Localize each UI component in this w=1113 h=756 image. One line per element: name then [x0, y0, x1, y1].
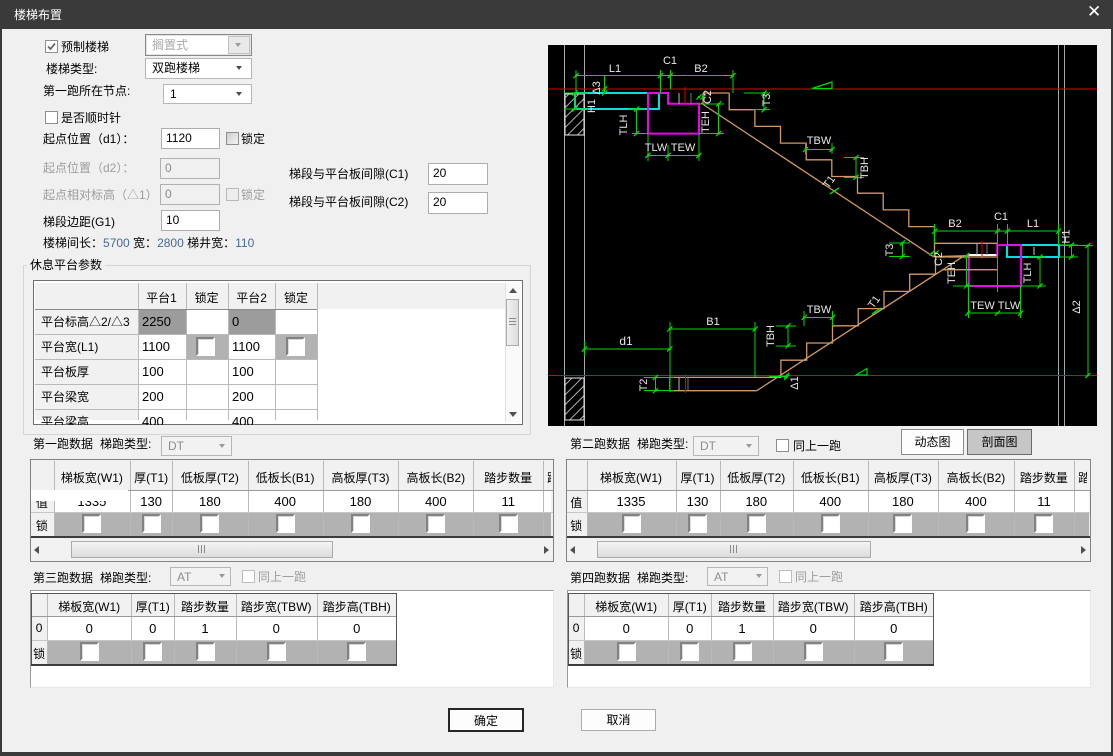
svg-text:L1: L1 [609, 63, 621, 75]
svg-text:B2: B2 [694, 63, 707, 75]
svg-text:H1: H1 [586, 99, 598, 113]
svg-text:TEH: TEH [946, 262, 958, 284]
svg-text:TBW: TBW [807, 135, 832, 147]
svg-text:TLH: TLH [618, 115, 630, 136]
svg-text:C2: C2 [702, 90, 714, 104]
svg-text:B2: B2 [948, 218, 961, 230]
svg-text:TEH: TEH [700, 111, 712, 133]
svg-text:Δ1: Δ1 [789, 376, 801, 389]
svg-text:d1: d1 [619, 334, 633, 348]
svg-text:TLW: TLW [645, 142, 668, 154]
svg-text:T2: T2 [638, 379, 650, 392]
svg-text:TEW: TEW [970, 300, 995, 312]
svg-text:T3: T3 [884, 244, 896, 257]
svg-text:C1: C1 [994, 211, 1008, 223]
svg-text:Δ3: Δ3 [591, 81, 603, 94]
svg-text:Δ2: Δ2 [1071, 300, 1083, 313]
svg-text:TBH: TBH [765, 325, 777, 347]
svg-text:C2: C2 [933, 252, 945, 266]
svg-text:TBW: TBW [807, 304, 832, 316]
svg-text:C1: C1 [663, 55, 677, 67]
svg-text:TEW: TEW [671, 142, 696, 154]
svg-text:B1: B1 [706, 316, 719, 328]
svg-text:TLH: TLH [1022, 263, 1034, 284]
svg-text:TBH: TBH [859, 157, 871, 179]
svg-text:H1: H1 [1061, 229, 1073, 243]
svg-text:T3: T3 [761, 94, 773, 107]
svg-text:L1: L1 [1027, 218, 1039, 230]
svg-text:TLW: TLW [998, 300, 1021, 312]
